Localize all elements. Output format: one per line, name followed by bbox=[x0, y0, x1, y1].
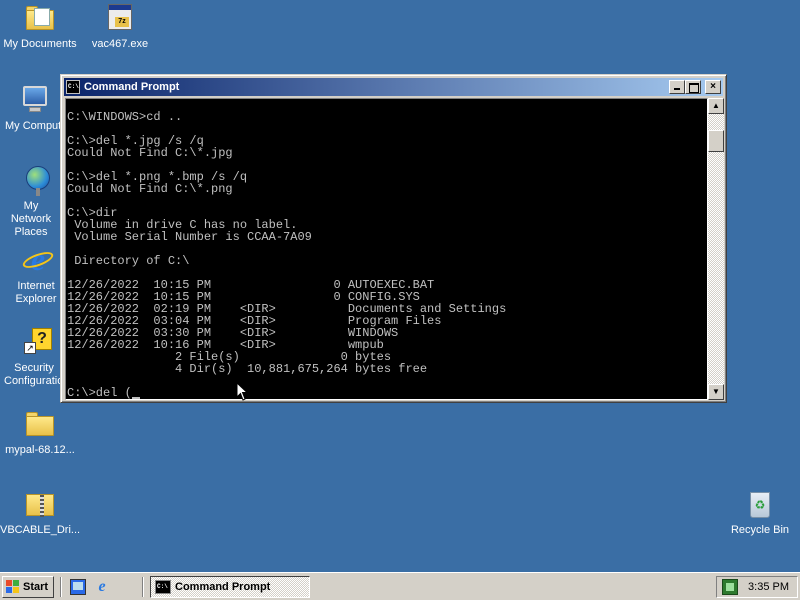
desktop-icon-label: VBCABLE_Dri... bbox=[0, 524, 80, 536]
close-button[interactable]: × bbox=[705, 80, 721, 94]
desktop-icon-vbcable[interactable]: VBCABLE_Dri... bbox=[0, 488, 80, 537]
desktop-icon-internet-explorer[interactable]: e Internet Explorer bbox=[0, 244, 62, 306]
desktop-icon-network-places[interactable]: My Network Places bbox=[0, 164, 62, 239]
desktop-icon-recycle-bin[interactable]: ♻ Recycle Bin bbox=[720, 488, 800, 537]
mouse-pointer-icon bbox=[236, 382, 248, 401]
desktop-icon-label: My Documents bbox=[3, 38, 77, 50]
console-line: Could Not Find C:\*.png bbox=[67, 182, 233, 196]
window-title: Command Prompt bbox=[84, 81, 180, 93]
scroll-up-button[interactable]: ▲ bbox=[708, 98, 724, 114]
desktop-icon-label: Internet Explorer bbox=[15, 280, 57, 305]
taskbar: Start e C:\ Command Prompt 3:35 PM bbox=[0, 572, 800, 600]
tray-network-icon[interactable] bbox=[722, 579, 738, 595]
console-output[interactable]: C:\WINDOWS>cd .. C:\>del *.jpg /s /q Could… bbox=[65, 98, 708, 400]
console-line: Directory of C:\ bbox=[67, 254, 190, 268]
console-line: 4 Dir(s) 10,881,675,264 bytes free bbox=[67, 362, 428, 376]
desktop-icon-label: Recycle Bin bbox=[730, 524, 790, 536]
security-icon: ? ↗ bbox=[22, 326, 54, 358]
command-prompt-window[interactable]: C:\ Command Prompt × C:\WINDOWS>cd .. C:\… bbox=[60, 74, 727, 403]
console-prompt-line[interactable]: C:\>del ( bbox=[67, 387, 506, 399]
internet-explorer-icon: e bbox=[20, 244, 56, 276]
system-tray: 3:35 PM bbox=[716, 576, 798, 598]
clock[interactable]: 3:35 PM bbox=[748, 577, 789, 597]
folder-icon bbox=[24, 408, 56, 440]
taskbar-separator bbox=[60, 577, 62, 597]
taskbar-button-command-prompt[interactable]: C:\ Command Prompt bbox=[150, 576, 310, 598]
desktop-icon-my-computer[interactable]: My Computer bbox=[0, 84, 60, 133]
recycle-bin-icon: ♻ bbox=[744, 488, 776, 520]
windows-logo-icon bbox=[6, 580, 20, 594]
quick-launch-ie-icon[interactable]: e bbox=[94, 579, 110, 595]
vertical-scrollbar[interactable]: ▲ ▼ bbox=[708, 98, 724, 400]
desktop-icon-label: Security Configuration bbox=[4, 362, 62, 387]
desktop-icon-vac467[interactable]: 7z vac467.exe bbox=[80, 2, 160, 51]
console-text: C:\WINDOWS>cd .. C:\>del *.jpg /s /q Could… bbox=[67, 111, 506, 399]
scroll-thumb[interactable] bbox=[708, 130, 724, 152]
desktop-icon-label: vac467.exe bbox=[91, 38, 149, 50]
desktop-icon-my-documents[interactable]: My Documents bbox=[0, 2, 80, 51]
taskbar-button-label: Command Prompt bbox=[175, 581, 271, 593]
maximize-button[interactable] bbox=[685, 80, 701, 94]
desktop-icon-mypal[interactable]: mypal-68.12... bbox=[0, 408, 80, 457]
console-line: C:\WINDOWS>cd .. bbox=[67, 110, 183, 124]
console-app-icon: C:\ bbox=[155, 580, 171, 594]
window-title-bar[interactable]: C:\ Command Prompt × bbox=[64, 78, 723, 96]
start-label: Start bbox=[23, 581, 49, 593]
desktop-icon-label: My Network Places bbox=[10, 200, 52, 238]
scroll-down-button[interactable]: ▼ bbox=[708, 384, 724, 400]
network-icon bbox=[22, 164, 54, 196]
desktop-icon-label: mypal-68.12... bbox=[5, 444, 75, 456]
desktop-icon-security-configuration[interactable]: ?↗ Security Configuration bbox=[0, 326, 62, 388]
console-line: Could Not Find C:\*.jpg bbox=[67, 146, 233, 160]
prompt-text: C:\>del ( bbox=[67, 386, 132, 400]
taskbar-separator bbox=[142, 577, 144, 597]
console-app-icon[interactable]: C:\ bbox=[66, 80, 80, 94]
installer-icon: 7z bbox=[104, 2, 136, 34]
show-desktop-icon[interactable] bbox=[70, 579, 86, 595]
minimize-button[interactable] bbox=[669, 80, 685, 94]
start-button[interactable]: Start bbox=[2, 576, 54, 598]
computer-icon bbox=[19, 84, 51, 116]
text-cursor bbox=[131, 397, 140, 399]
my-documents-icon bbox=[24, 2, 56, 34]
console-line: Volume Serial Number is CCAA-7A09 bbox=[67, 230, 312, 244]
desktop-icon-label: My Computer bbox=[5, 120, 60, 132]
zip-folder-icon bbox=[24, 488, 56, 520]
